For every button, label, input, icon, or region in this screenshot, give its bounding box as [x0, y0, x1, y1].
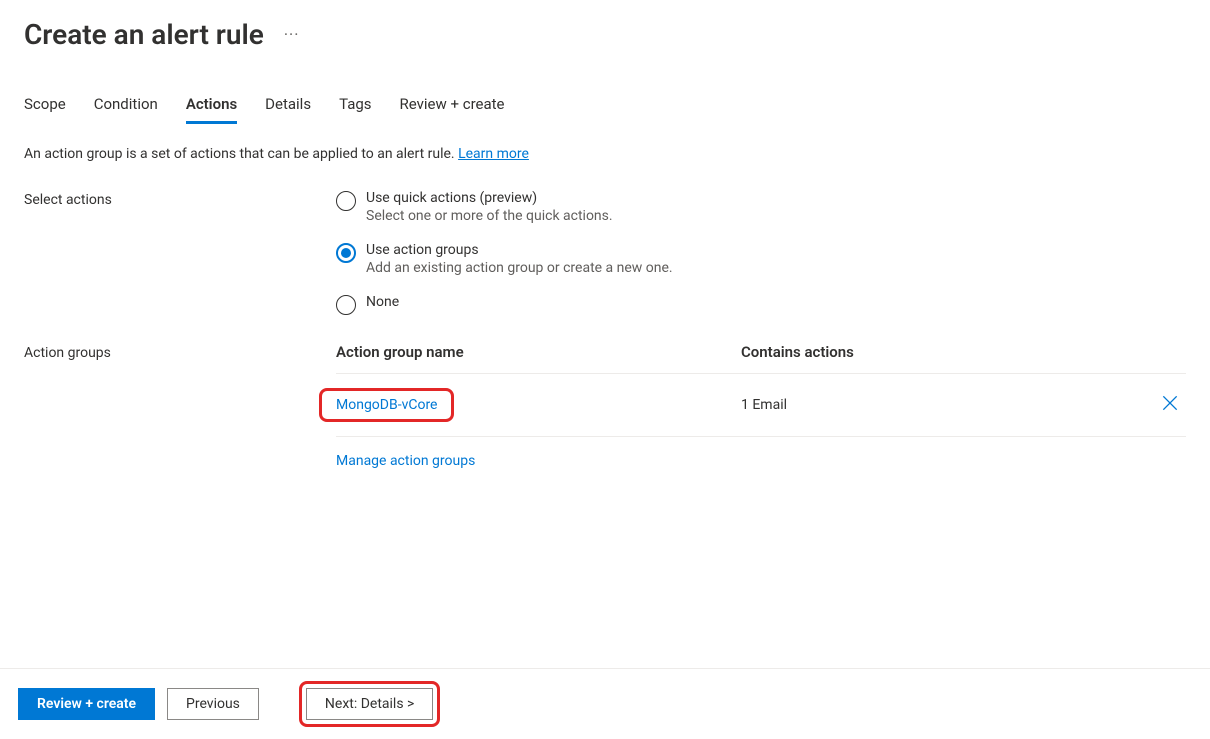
radio-none-title: None — [366, 294, 399, 310]
column-header-name: Action group name — [336, 343, 741, 361]
next-details-button[interactable]: Next: Details > — [306, 688, 433, 720]
manage-action-groups-link[interactable]: Manage action groups — [336, 453, 475, 469]
review-create-button[interactable]: Review + create — [18, 688, 155, 720]
page-title: Create an alert rule — [24, 18, 264, 51]
radio-none[interactable] — [336, 295, 356, 315]
radio-quick-actions-title: Use quick actions (preview) — [366, 190, 613, 206]
select-actions-label: Select actions — [24, 190, 336, 208]
description-body: An action group is a set of actions that… — [24, 146, 458, 162]
radio-action-groups[interactable] — [336, 243, 356, 263]
remove-row-button[interactable] — [1160, 393, 1180, 413]
tab-condition[interactable]: Condition — [94, 95, 158, 124]
tab-tags[interactable]: Tags — [339, 95, 371, 124]
radio-quick-actions-desc: Select one or more of the quick actions. — [366, 208, 613, 224]
action-groups-label: Action groups — [24, 343, 336, 361]
contains-actions-value: 1 Email — [741, 397, 1146, 413]
table-row: MongoDB-vCore 1 Email — [336, 374, 1186, 437]
tab-details[interactable]: Details — [265, 95, 311, 124]
radio-quick-actions[interactable] — [336, 191, 356, 211]
tab-scope[interactable]: Scope — [24, 95, 66, 124]
close-icon — [1160, 393, 1180, 413]
tab-actions[interactable]: Actions — [186, 95, 237, 124]
more-icon[interactable]: ··· — [280, 21, 304, 48]
tab-review-create[interactable]: Review + create — [400, 95, 505, 124]
column-header-contains: Contains actions — [741, 343, 1146, 361]
tab-bar: Scope Condition Actions Details Tags Rev… — [24, 95, 1186, 124]
description-text: An action group is a set of actions that… — [24, 146, 1186, 162]
radio-action-groups-title: Use action groups — [366, 242, 673, 258]
learn-more-link[interactable]: Learn more — [458, 146, 529, 162]
previous-button[interactable]: Previous — [167, 688, 259, 720]
radio-action-groups-desc: Add an existing action group or create a… — [366, 260, 673, 276]
footer-bar: Review + create Previous Next: Details > — [0, 668, 1210, 739]
action-group-link[interactable]: MongoDB-vCore — [336, 397, 437, 413]
